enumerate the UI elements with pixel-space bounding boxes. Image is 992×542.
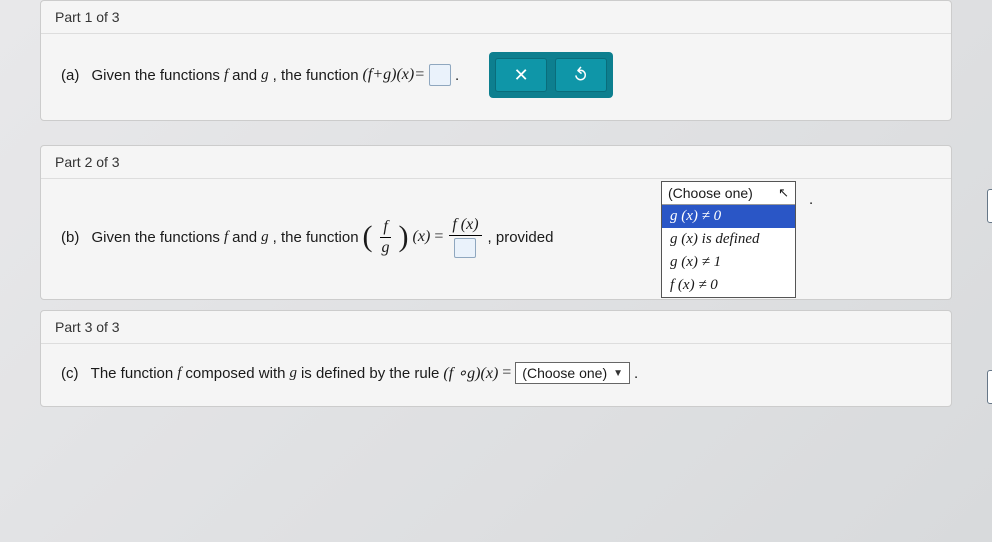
part-3-rule-dropdown[interactable]: (Choose one) ▼	[515, 362, 630, 384]
symbol-g: g	[261, 229, 269, 246]
part-2-wrong-button[interactable]: ✕	[987, 189, 992, 223]
part-2-text3: , the function	[273, 229, 359, 246]
part-3-text1: The function	[91, 365, 174, 382]
part-1-text2: and	[232, 67, 257, 84]
part-3-text3: is defined by the rule	[301, 365, 439, 382]
part-1-header: Part 1 of 3	[41, 1, 951, 34]
part-2-button-group: ✕ ↻	[987, 189, 992, 223]
dropdown-option-2[interactable]: g (x) is defined	[662, 228, 795, 251]
dropdown-option-4[interactable]: f (x) ≠ 0	[662, 274, 795, 297]
part-2-text1: Given the functions	[92, 229, 220, 246]
part-3-card: Part 3 of 3 (c) The function f composed …	[40, 310, 952, 407]
frac-denominator: g	[379, 238, 393, 256]
cursor-icon: ↖	[778, 185, 789, 201]
part-2-period: .	[809, 191, 813, 208]
part-2-condition-dropdown[interactable]: (Choose one) ↖ g (x) ≠ 0 g (x) is define…	[661, 181, 796, 298]
part-1-card: Part 1 of 3 (a) Given the functions f an…	[40, 0, 952, 121]
part-2-body: (b) Given the functions f and g , the fu…	[41, 179, 951, 299]
part-3-period: .	[634, 365, 638, 382]
fraction-fg: f g	[379, 219, 393, 256]
part-1-text3: , the function	[273, 67, 359, 84]
part-3-header: Part 3 of 3	[41, 311, 951, 344]
symbol-f: f	[224, 229, 228, 246]
part-2-card: Part 2 of 3 (b) Given the functions f an…	[40, 145, 952, 300]
rhs-denominator-input[interactable]	[451, 236, 479, 258]
rhs-numerator: f (x)	[449, 217, 481, 236]
dropdown-option-1[interactable]: g (x) ≠ 0	[662, 205, 795, 228]
part-3-label: (c)	[61, 365, 79, 382]
part-1-reset-button[interactable]: ↻	[555, 58, 607, 92]
dropdown-placeholder-text: (Choose one)	[668, 185, 753, 201]
part-1-period: .	[455, 67, 459, 84]
symbol-g: g	[261, 67, 269, 84]
part-2-label: (b)	[61, 229, 79, 246]
part-3-wrong-button[interactable]: ✕	[987, 370, 992, 404]
dropdown-placeholder-text: (Choose one)	[522, 365, 607, 381]
part-1-expression: (f+g)(x)=	[363, 66, 425, 84]
chevron-down-icon: ▼	[613, 368, 623, 379]
part-3-text2: composed with	[185, 365, 285, 382]
part-2-tail: (x)	[413, 228, 431, 246]
part-1-wrong-button[interactable]: ✕	[495, 58, 547, 92]
part-1-button-group: ✕ ↻	[489, 52, 613, 98]
left-paren-icon: (	[363, 222, 373, 252]
equals-sign: =	[434, 228, 443, 246]
part-2-text2: and	[232, 229, 257, 246]
dropdown-header[interactable]: (Choose one) ↖	[662, 182, 795, 205]
symbol-f: f	[177, 365, 181, 382]
part-1-label: (a)	[61, 67, 79, 84]
part-1-body: (a) Given the functions f and g , the fu…	[41, 34, 951, 120]
right-paren-icon: )	[399, 222, 409, 252]
symbol-g: g	[289, 365, 297, 382]
part-3-body: (c) The function f composed with g is de…	[41, 344, 951, 406]
frac-numerator: f	[380, 219, 390, 238]
reset-icon: ↻	[568, 62, 594, 87]
part-1-text: Given the functions	[92, 67, 220, 84]
equals-sign: =	[502, 364, 511, 382]
symbol-f: f	[224, 67, 228, 84]
part-3-expression: (f ∘g)(x)	[443, 363, 498, 383]
rhs-fraction: f (x)	[449, 217, 481, 258]
part-2-header: Part 2 of 3	[41, 146, 951, 179]
dropdown-option-3[interactable]: g (x) ≠ 1	[662, 251, 795, 274]
x-icon: ✕	[514, 65, 529, 86]
part-3-button-group: ✕ ↻	[987, 370, 992, 404]
part-2-provided-text: , provided	[488, 229, 554, 246]
part-1-answer-input[interactable]	[429, 64, 451, 86]
